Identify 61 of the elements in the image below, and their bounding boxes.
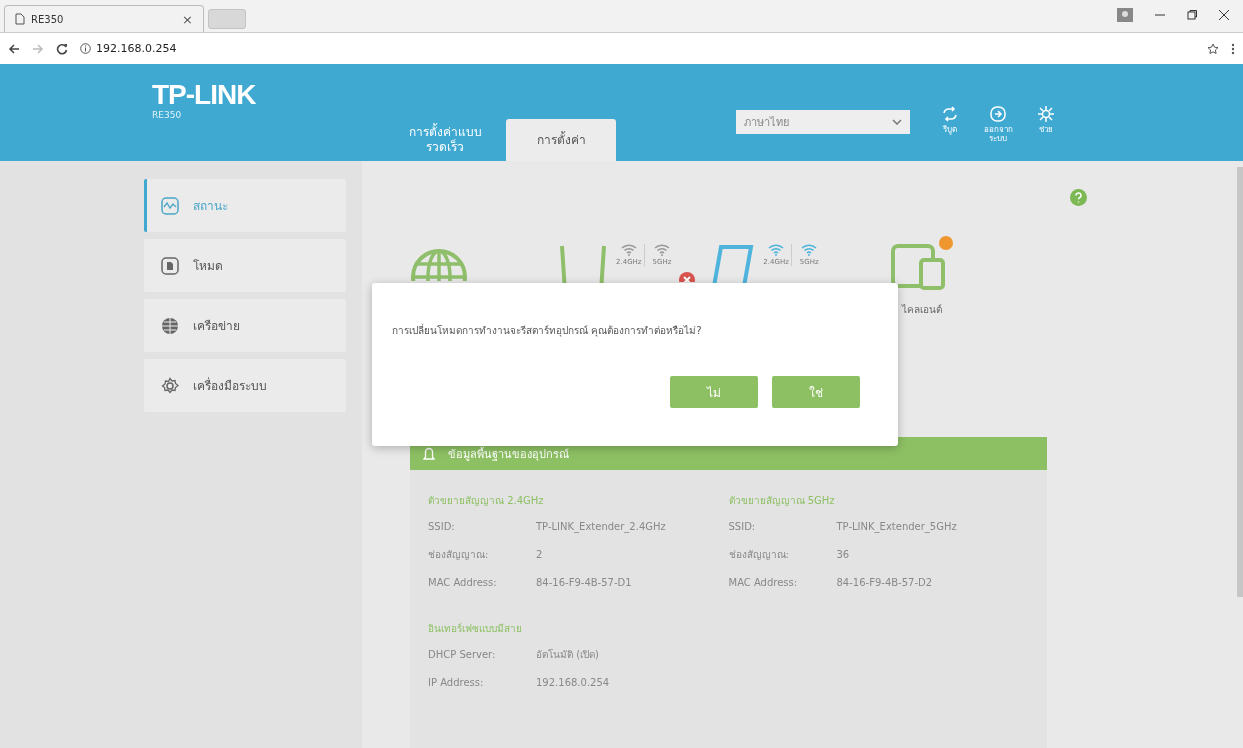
field-value: 84-16-F9-4B-57-D2	[836, 576, 933, 588]
devices-icon	[890, 242, 947, 290]
header-action[interactable]: รีบูต	[932, 104, 968, 143]
document-icon	[161, 256, 179, 275]
sidebar-item[interactable]: โหมด	[144, 239, 346, 292]
field-value: 2	[536, 548, 543, 560]
field-label: DHCP Server:	[428, 648, 497, 660]
chevron-icon	[892, 118, 902, 125]
field-value: 84-16-F9-4B-57-D1	[536, 576, 632, 588]
sidebar-item[interactable]: สถานะ	[144, 179, 346, 232]
logout-icon	[989, 104, 1007, 123]
reload-icon[interactable]	[56, 42, 68, 55]
section-heading: ตัวขยายสัญญาณ 2.4GHz	[428, 493, 545, 508]
field-label: ช่องสัญญาณ:	[428, 547, 490, 562]
panel-title: ข้อมูลพื้นฐานของอุปกรณ์	[448, 446, 569, 463]
notification-badge	[938, 236, 953, 250]
profile-icon[interactable]	[1117, 8, 1133, 22]
tab-close-button[interactable]: ×	[182, 11, 193, 27]
section-heading: อินเทอร์เฟซแบบมีสาย	[428, 621, 523, 636]
dialog-button[interactable]: ไม่	[670, 376, 758, 408]
nav-tab[interactable]: การตั้งค่าแบบรวดเร็ว	[390, 119, 500, 161]
menu-icon[interactable]	[1231, 42, 1235, 55]
close-icon[interactable]	[1219, 10, 1229, 20]
field-value: 192.168.0.254	[536, 676, 610, 688]
field-value: TP-LINK_Extender_2.4GHz	[536, 520, 666, 532]
pulse-icon	[161, 196, 179, 215]
info-icon	[80, 43, 91, 54]
model-name: RE350	[152, 110, 183, 120]
nav-tab[interactable]: การตั้งค่า	[506, 119, 616, 161]
scrollbar[interactable]	[1237, 167, 1243, 597]
field-label: MAC Address:	[428, 576, 498, 588]
field-label: IP Address:	[428, 676, 485, 688]
page-icon	[15, 13, 25, 25]
header-action[interactable]: ช่วย	[1028, 104, 1064, 143]
field-value: อัตโนมัติ (เปิด)	[536, 647, 599, 662]
dialog-button[interactable]: ใช่	[772, 376, 860, 408]
gear-icon	[1037, 104, 1055, 123]
sidebar-item[interactable]: เครือข่าย	[144, 299, 346, 352]
star-icon[interactable]	[1207, 42, 1219, 55]
tab-title: RE350	[31, 13, 65, 25]
reboot-icon	[941, 104, 959, 123]
bell-icon	[422, 445, 436, 462]
globe-icon	[161, 316, 179, 335]
restore-icon[interactable]	[1187, 10, 1197, 20]
browser-tab[interactable]: RE350 ×	[4, 5, 204, 32]
sidebar-item[interactable]: เครื่องมือระบบ	[144, 359, 346, 412]
field-label: MAC Address:	[728, 576, 799, 588]
clients-label: ไคลเอนต์	[901, 303, 942, 317]
brand-logo: TP-LINK	[152, 80, 257, 110]
field-label: SSID:	[428, 520, 456, 532]
section-heading: ตัวขยายสัญญาณ 5GHz	[728, 493, 836, 508]
field-value: 36	[836, 548, 850, 560]
header-action[interactable]: ออกจากระบบ	[980, 104, 1016, 143]
gear-icon	[161, 376, 179, 395]
field-value: TP-LINK_Extender_5GHz	[836, 520, 957, 532]
language-select[interactable]: ภาษาไทย	[736, 109, 910, 134]
internet-globe-icon	[410, 248, 468, 281]
field-label: SSID:	[728, 520, 757, 532]
back-icon[interactable]	[8, 42, 20, 55]
dialog-message: การเปลี่ยนโหมดการทำงานจะรีสตาร์ทอุปกรณ์ คุณต้องการทำต่อหรือไม่?	[392, 323, 703, 338]
field-label: ช่องสัญญาณ:	[728, 547, 790, 562]
